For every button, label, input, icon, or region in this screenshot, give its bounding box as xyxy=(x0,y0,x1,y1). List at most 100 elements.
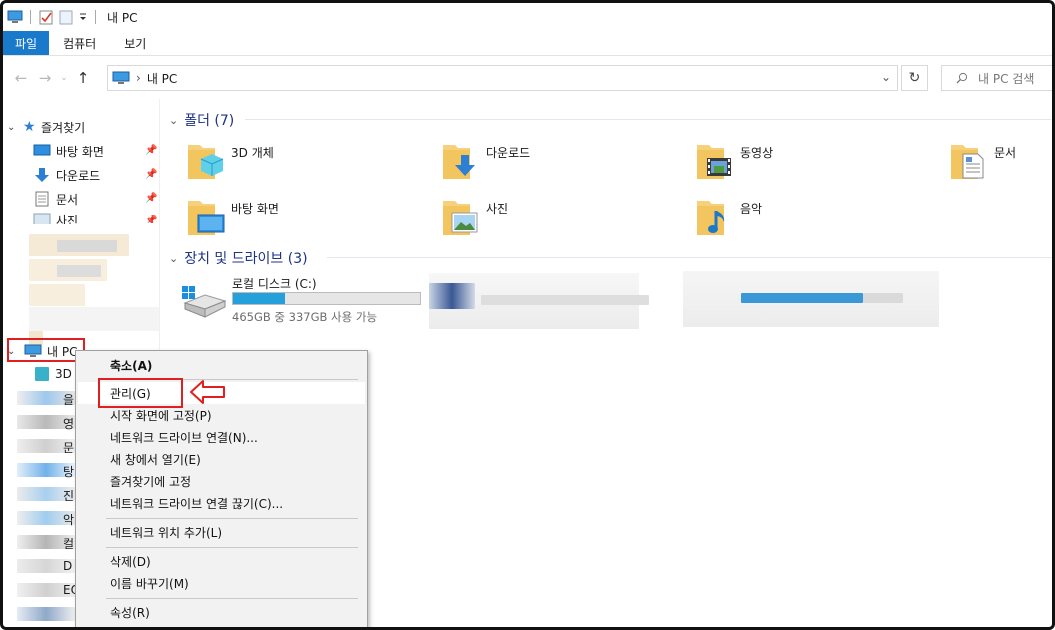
blurred-drive-bar xyxy=(863,293,903,303)
menu-separator xyxy=(106,598,358,599)
folder-label: 동영상 xyxy=(740,146,774,160)
menu-item-properties[interactable]: 속성(R) xyxy=(78,601,365,623)
search-icon xyxy=(956,72,968,84)
sidebar-child-fragment: 을 xyxy=(63,393,75,407)
star-icon: ★ xyxy=(23,119,36,135)
pin-icon: 📌 xyxy=(145,169,158,180)
sidebar-child-fragment: 영 xyxy=(63,417,75,431)
sidebar-child-fragment: 3D xyxy=(55,367,72,381)
tab-file[interactable]: 파일 xyxy=(3,31,50,55)
desktop-icon xyxy=(33,144,51,156)
folder-label: 사진 xyxy=(486,202,509,216)
folder-label: 문서 xyxy=(994,146,1017,160)
menu-separator xyxy=(106,518,358,519)
chevron-down-icon[interactable]: ⌄ xyxy=(881,70,891,84)
blurred-item xyxy=(57,265,101,277)
download-arrow-icon xyxy=(35,168,49,182)
folder-3d-objects[interactable]: 3D 개체 xyxy=(185,137,435,189)
address-bar[interactable]: › 내 PC ⌄ xyxy=(107,65,898,91)
pin-icon: 📌 xyxy=(145,145,158,156)
document-icon xyxy=(35,191,49,207)
separator xyxy=(95,10,96,24)
blurred-item xyxy=(57,240,117,252)
refresh-icon[interactable]: ↻ xyxy=(901,65,928,91)
search-placeholder: 내 PC 검색 xyxy=(978,71,1035,86)
ribbon-tabs: 파일 컴퓨터 보기 xyxy=(3,31,1052,56)
pin-icon: 📌 xyxy=(145,193,158,204)
navigation-bar: ← → ⌄ ↑ › 내 PC ⌄ ↻ 내 PC 검색 xyxy=(3,59,1052,97)
drives-group-header[interactable]: ⌄ 장치 및 드라이브 (3) xyxy=(169,248,308,268)
drives-heading: 장치 및 드라이브 (3) xyxy=(184,251,308,267)
computer-icon xyxy=(112,71,130,84)
downloads-folder-icon xyxy=(440,137,480,183)
address-location[interactable]: 내 PC xyxy=(147,70,177,87)
drive-label: 로컬 디스크 (C:) xyxy=(232,277,317,291)
group-divider xyxy=(327,257,1051,258)
blurred-drive-bar xyxy=(481,295,649,305)
explorer-window: 내 PC 파일 컴퓨터 보기 ← → ⌄ ↑ › 내 PC ⌄ ↻ 내 PC 검… xyxy=(0,0,1055,630)
menu-item-open-in-new-window[interactable]: 새 창에서 열기(E) xyxy=(78,448,365,470)
up-arrow-icon[interactable]: ↑ xyxy=(71,66,95,90)
pin-icon: 📌 xyxy=(145,215,158,223)
tab-computer[interactable]: 컴퓨터 xyxy=(49,31,110,55)
blurred-item xyxy=(29,307,159,331)
group-divider xyxy=(245,119,1051,120)
customize-toolbar-dropdown-icon[interactable] xyxy=(78,9,88,25)
menu-item-collapse[interactable]: 축소(A) xyxy=(78,354,365,376)
folder-videos[interactable]: 동영상 xyxy=(694,137,944,189)
chevron-down-icon[interactable]: ⌄ xyxy=(169,252,178,265)
blurred-drive-bar xyxy=(741,293,863,303)
3d-objects-icon xyxy=(35,367,49,381)
menu-item-map-network-drive[interactable]: 네트워크 드라이브 연결(N)... xyxy=(78,426,365,448)
sidebar-item-downloads[interactable]: 다운로드 xyxy=(33,164,100,186)
chevron-down-icon[interactable]: ⌄ xyxy=(169,114,178,127)
sidebar-child-fragment: D xyxy=(63,559,73,573)
sidebar-item-documents[interactable]: 문서 xyxy=(33,188,78,210)
title-bar: 내 PC xyxy=(3,3,1052,31)
sidebar-item-label: 사진 xyxy=(56,214,79,224)
videos-folder-icon xyxy=(694,137,734,183)
sidebar-item-pictures[interactable]: 사진 xyxy=(33,212,78,224)
folder-label: 음악 xyxy=(740,202,763,216)
computer-icon[interactable] xyxy=(7,9,23,25)
folder-documents[interactable]: 문서 xyxy=(948,137,1052,189)
annotation-highlight-box xyxy=(7,338,85,362)
picture-icon xyxy=(33,213,51,224)
folder-label: 바탕 화면 xyxy=(231,202,279,216)
sidebar-item-label: 바탕 화면 xyxy=(56,144,104,159)
sidebar-item-desktop[interactable]: 바탕 화면 xyxy=(33,140,104,162)
blurred-item xyxy=(17,607,75,621)
annotation-highlight-box xyxy=(98,378,183,408)
desktop-folder-icon xyxy=(185,193,225,239)
new-folder-icon[interactable] xyxy=(58,9,74,25)
menu-item-rename[interactable]: 이름 바꾸기(M) xyxy=(78,572,365,594)
tab-view[interactable]: 보기 xyxy=(110,31,160,55)
hard-drive-icon xyxy=(182,286,227,318)
sidebar-child-fragment: 탕 xyxy=(63,465,75,479)
sidebar-child-fragment: 진 xyxy=(63,489,75,503)
folder-music[interactable]: 음악 xyxy=(694,193,944,245)
menu-item-delete[interactable]: 삭제(D) xyxy=(78,550,365,572)
search-box[interactable]: 내 PC 검색 xyxy=(941,65,1052,91)
folder-desktop[interactable]: 바탕 화면 xyxy=(185,193,435,245)
properties-icon[interactable] xyxy=(38,9,54,25)
folder-downloads[interactable]: 다운로드 xyxy=(440,137,690,189)
folders-group-header[interactable]: ⌄ 폴더 (7) xyxy=(169,110,234,130)
separator xyxy=(30,10,31,24)
sidebar-item-quick-access[interactable]: ⌄ ★ 즐겨찾기 xyxy=(7,116,85,138)
recent-locations-chevron-icon[interactable]: ⌄ xyxy=(57,66,71,90)
back-arrow-icon[interactable]: ← xyxy=(9,66,33,90)
window-title: 내 PC xyxy=(107,10,138,25)
sidebar-item-label: 다운로드 xyxy=(56,168,101,183)
folder-pictures[interactable]: 사진 xyxy=(440,193,690,245)
folder-label: 다운로드 xyxy=(486,146,531,160)
menu-item-disconnect-network-drive[interactable]: 네트워크 드라이브 연결 끊기(C)... xyxy=(78,492,365,514)
folder-label: 3D 개체 xyxy=(231,146,274,160)
drive-c[interactable]: 로컬 디스크 (C:) 465GB 중 337GB 사용 가능 xyxy=(179,275,429,325)
chevron-down-icon[interactable]: ⌄ xyxy=(7,122,23,133)
menu-item-pin-to-quick-access[interactable]: 즐겨찾기에 고정 xyxy=(78,470,365,492)
sidebar-item-label: 문서 xyxy=(56,192,79,207)
pictures-folder-icon xyxy=(440,193,480,239)
menu-item-add-network-location[interactable]: 네트워크 위치 추가(L) xyxy=(78,521,365,543)
forward-arrow-icon[interactable]: → xyxy=(33,66,57,90)
